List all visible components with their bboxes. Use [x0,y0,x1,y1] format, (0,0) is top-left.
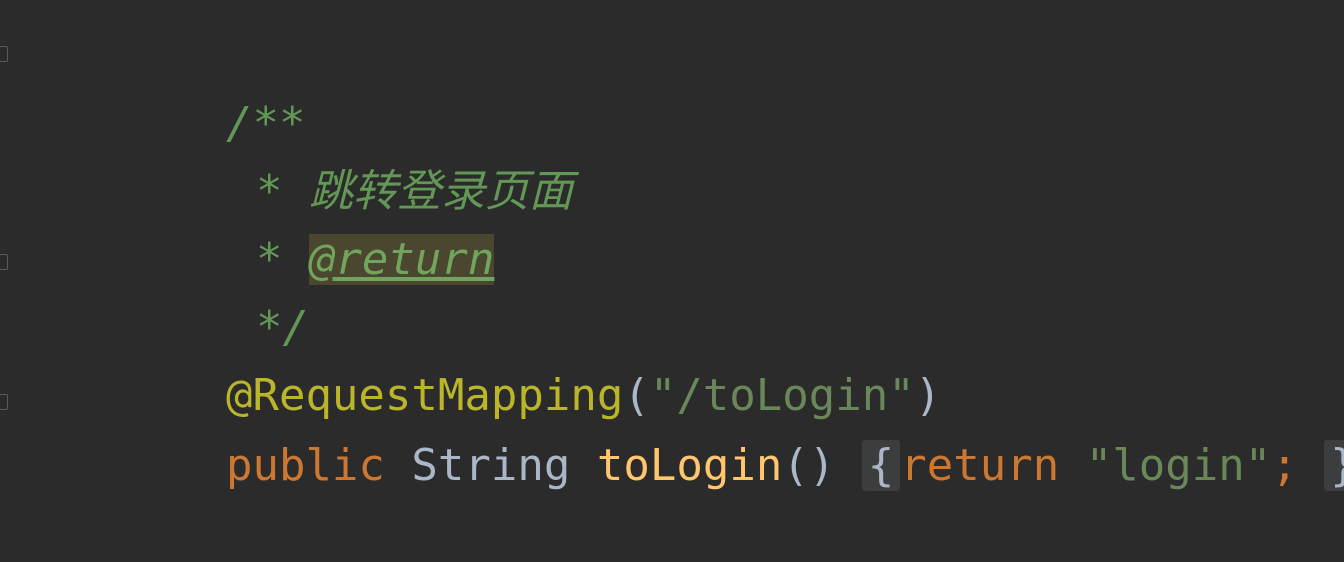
folded-brace-close[interactable]: } [1324,440,1344,491]
fold-icon[interactable] [0,394,8,410]
code-line[interactable]: @RequestMapping("/toLogin") [120,300,941,421]
code-line[interactable]: public String toLogin() {return "login";… [120,370,1344,491]
public-keyword: public [225,440,385,491]
return-keyword: return [900,440,1060,491]
code-line[interactable]: * @return [150,164,495,285]
editor-gutter [0,0,18,480]
code-line[interactable]: */ [150,232,309,353]
return-type: String [411,440,571,491]
code-editor[interactable]: /** * 跳转登录页面 * @return */ @RequestMappin… [0,0,1344,491]
code-line[interactable]: /** [120,28,305,149]
fold-icon[interactable] [0,46,8,62]
folded-brace-open[interactable]: { [861,440,901,491]
code-line[interactable]: * 跳转登录页面 [150,96,573,217]
return-string: "login" [1085,440,1272,491]
semicolon: ; [1271,440,1298,491]
javadoc-return-tag[interactable]: @return [308,234,495,285]
method-parens: () [782,440,836,491]
fold-icon[interactable] [0,254,8,270]
method-name: toLogin [596,440,783,491]
